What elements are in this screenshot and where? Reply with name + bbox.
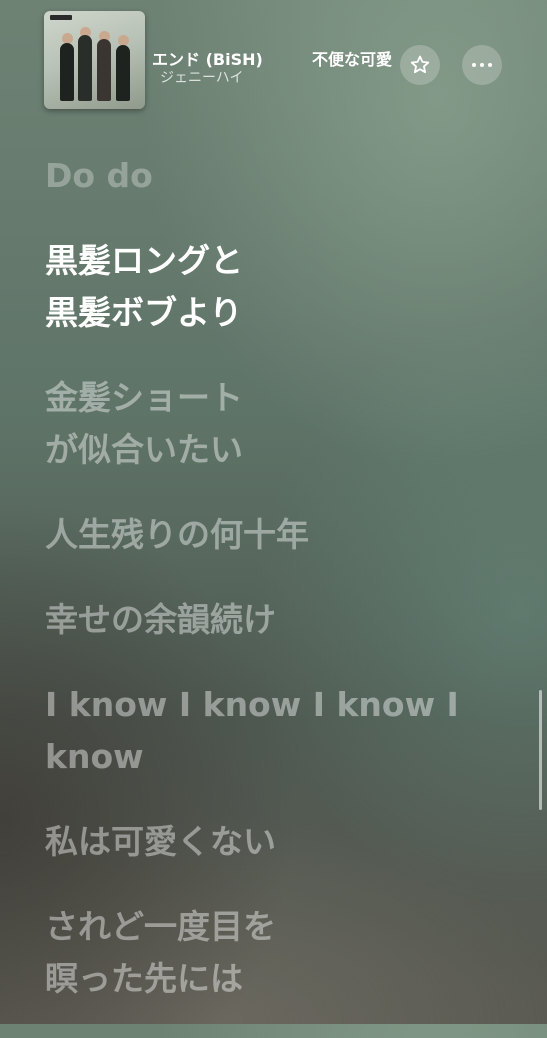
lyric-line[interactable]: 人生残りの何十年	[45, 509, 515, 561]
album-figure	[60, 43, 74, 101]
lyrics-list: Do do 黒髪ロングと 黒髪ボブより 金髪ショート が似合いたい 人生残りの何…	[45, 150, 515, 1038]
lyric-line[interactable]: 幸せの余韻続け	[45, 594, 515, 646]
album-figure	[78, 35, 92, 101]
lyric-text: 人生残りの何十年	[45, 515, 309, 554]
lyric-line[interactable]: 私は可愛くない	[45, 816, 515, 868]
album-figure	[97, 39, 111, 101]
more-options-button[interactable]	[462, 45, 502, 85]
album-logo-mark	[50, 15, 72, 20]
next-track-title[interactable]: 不便な可愛	[312, 46, 398, 70]
lyric-text: 金髪ショート	[45, 378, 243, 417]
lyric-text: know	[45, 737, 144, 776]
lyric-text: 私は可愛くない	[45, 822, 276, 861]
lyric-line-current[interactable]: 黒髪ロングと 黒髪ボブより	[45, 235, 515, 339]
lyric-text: 黒髪ロングと	[45, 241, 243, 280]
favorite-button[interactable]	[400, 45, 440, 85]
lyric-text: I know I know I know I	[45, 685, 459, 724]
lyric-line[interactable]: I know I know I know I know	[45, 679, 515, 783]
lyric-text: されど一度目を	[45, 907, 276, 946]
lyric-text: 瞑った先には	[45, 959, 243, 998]
ellipsis-icon	[472, 63, 492, 67]
lyric-line[interactable]: Do do	[45, 150, 515, 202]
album-art[interactable]	[44, 11, 145, 109]
lyric-line[interactable]: されど一度目を 瞑った先には	[45, 901, 515, 1005]
star-icon	[410, 55, 430, 74]
album-figure	[116, 45, 130, 101]
scrollbar[interactable]	[539, 690, 542, 810]
lyric-text: 黒髪ボブより	[45, 293, 243, 332]
lyric-text: Do do	[45, 156, 153, 195]
lyric-text: が似合いたい	[45, 430, 243, 469]
lyric-line[interactable]: 金髪ショート が似合いたい	[45, 372, 515, 476]
track-artist[interactable]: ジェニーハイ	[160, 67, 243, 87]
lyric-text: 幸せの余韻続け	[45, 600, 276, 639]
now-playing-header: エンド (BiSH) ジェニーハイ 不便な可愛	[0, 0, 547, 120]
